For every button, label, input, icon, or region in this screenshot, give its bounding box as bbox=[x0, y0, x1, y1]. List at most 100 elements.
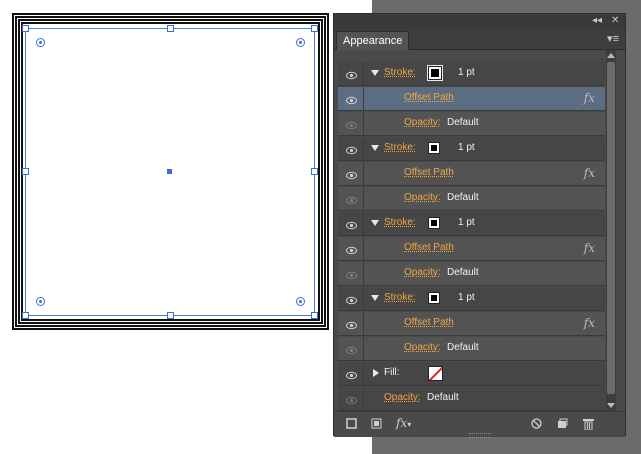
tab-appearance[interactable]: Appearance bbox=[336, 31, 410, 50]
handle-top-center[interactable] bbox=[167, 25, 174, 32]
center-point bbox=[167, 169, 172, 174]
panel-title-bar[interactable]: ◂◂ ✕ bbox=[334, 14, 625, 28]
row-divider bbox=[363, 237, 364, 260]
scroll-up-icon[interactable] bbox=[607, 53, 615, 58]
stroke-color-swatch[interactable] bbox=[428, 292, 440, 304]
visibility-eye-icon[interactable] bbox=[346, 368, 357, 380]
visibility-eye-icon[interactable] bbox=[346, 218, 357, 230]
stroke-weight-value[interactable]: 1 pt bbox=[458, 292, 475, 303]
offset-path-link[interactable]: Offset Path bbox=[404, 317, 454, 328]
visibility-eye-icon[interactable] bbox=[346, 168, 357, 180]
stroke-label[interactable]: Stroke: bbox=[384, 292, 416, 303]
fx-icon[interactable]: fx bbox=[584, 166, 595, 180]
expand-triangle-right-icon[interactable] bbox=[373, 369, 379, 377]
stroke-label[interactable]: Stroke: bbox=[384, 217, 416, 228]
handle-bottom-left[interactable] bbox=[22, 312, 29, 319]
opacity-row[interactable]: Opacity: Default bbox=[338, 262, 605, 286]
resize-grip[interactable] bbox=[469, 433, 491, 438]
stroke-color-swatch[interactable] bbox=[428, 217, 440, 229]
effect-row[interactable]: Offset Path fx bbox=[338, 87, 605, 111]
opacity-label[interactable]: Opacity: bbox=[404, 342, 441, 353]
expand-triangle-down-icon[interactable] bbox=[371, 220, 379, 226]
visibility-eye-icon[interactable] bbox=[346, 193, 357, 205]
corner-widget-bottom-left[interactable] bbox=[36, 297, 45, 306]
row-divider bbox=[363, 312, 364, 335]
handle-top-left[interactable] bbox=[22, 25, 29, 32]
fx-icon[interactable]: fx bbox=[584, 91, 595, 105]
offset-path-link[interactable]: Offset Path bbox=[404, 242, 454, 253]
visibility-eye-icon[interactable] bbox=[346, 143, 357, 155]
opacity-value[interactable]: Default bbox=[447, 267, 479, 278]
handle-top-right[interactable] bbox=[311, 25, 318, 32]
opacity-label[interactable]: Opacity: bbox=[404, 192, 441, 203]
visibility-eye-icon[interactable] bbox=[346, 118, 357, 130]
visibility-eye-icon[interactable] bbox=[346, 93, 357, 105]
scrollbar[interactable] bbox=[606, 50, 616, 411]
handle-bottom-center[interactable] bbox=[167, 312, 174, 319]
panel-menu-icon[interactable]: ▾≡ bbox=[607, 32, 619, 45]
opacity-label[interactable]: Opacity: bbox=[404, 117, 441, 128]
stroke-row[interactable]: Stroke: 1 pt bbox=[338, 62, 605, 86]
stroke-weight-value[interactable]: 1 pt bbox=[458, 142, 475, 153]
offset-path-link[interactable]: Offset Path bbox=[404, 92, 454, 103]
offset-path-link[interactable]: Offset Path bbox=[404, 167, 454, 178]
opacity-row[interactable]: Opacity: Default bbox=[338, 112, 605, 136]
close-icon[interactable]: ✕ bbox=[611, 14, 619, 28]
stroke-color-swatch[interactable] bbox=[428, 142, 440, 154]
clear-appearance-icon[interactable] bbox=[531, 418, 542, 432]
opacity-label[interactable]: Opacity: bbox=[384, 392, 421, 403]
collapse-icon[interactable]: ◂◂ bbox=[592, 14, 602, 28]
visibility-eye-icon[interactable] bbox=[346, 268, 357, 280]
corner-widget-top-right[interactable] bbox=[296, 38, 305, 47]
effect-row[interactable]: Offset Path fx bbox=[338, 162, 605, 186]
add-new-fill-icon[interactable] bbox=[371, 418, 382, 432]
row-divider bbox=[363, 137, 364, 160]
scroll-down-icon[interactable] bbox=[607, 403, 615, 408]
stroke-row[interactable]: Stroke: 1 pt bbox=[338, 287, 605, 311]
opacity-row[interactable]: Opacity: Default bbox=[338, 337, 605, 361]
add-effect-button[interactable]: fx▾ bbox=[396, 416, 411, 430]
handle-middle-left[interactable] bbox=[22, 168, 29, 175]
expand-triangle-down-icon[interactable] bbox=[371, 295, 379, 301]
visibility-eye-icon[interactable] bbox=[346, 293, 357, 305]
fill-row[interactable]: Fill: bbox=[338, 362, 605, 386]
opacity-row[interactable]: Opacity: Default bbox=[338, 187, 605, 211]
expand-triangle-down-icon[interactable] bbox=[371, 70, 379, 76]
opacity-row[interactable]: Opacity: Default bbox=[338, 387, 605, 411]
effect-row[interactable]: Offset Path fx bbox=[338, 312, 605, 336]
handle-middle-right[interactable] bbox=[311, 168, 318, 175]
fx-icon[interactable]: fx bbox=[584, 241, 595, 255]
stroke-color-swatch[interactable] bbox=[427, 65, 443, 81]
fill-label[interactable]: Fill: bbox=[384, 367, 400, 378]
stroke-weight-value[interactable]: 1 pt bbox=[458, 67, 475, 78]
opacity-value[interactable]: Default bbox=[447, 342, 479, 353]
stroke-label[interactable]: Stroke: bbox=[384, 142, 416, 153]
stroke-label[interactable]: Stroke: bbox=[384, 67, 416, 78]
stroke-weight-value[interactable]: 1 pt bbox=[458, 217, 475, 228]
visibility-eye-icon[interactable] bbox=[346, 393, 357, 405]
stroke-row[interactable]: Stroke: 1 pt bbox=[338, 137, 605, 161]
scroll-thumb[interactable] bbox=[607, 62, 615, 394]
fill-none-swatch[interactable] bbox=[428, 366, 443, 381]
add-new-stroke-icon[interactable] bbox=[346, 418, 357, 432]
stroke-row[interactable]: Stroke: 1 pt bbox=[338, 212, 605, 236]
panel-footer: fx▾ bbox=[334, 411, 625, 438]
opacity-label[interactable]: Opacity: bbox=[404, 267, 441, 278]
visibility-eye-icon[interactable] bbox=[346, 68, 357, 80]
visibility-eye-icon[interactable] bbox=[346, 318, 357, 330]
opacity-value[interactable]: Default bbox=[447, 192, 479, 203]
handle-bottom-right[interactable] bbox=[311, 312, 318, 319]
opacity-value[interactable]: Default bbox=[427, 392, 459, 403]
delete-icon[interactable] bbox=[583, 418, 594, 433]
expand-triangle-down-icon[interactable] bbox=[371, 145, 379, 151]
corner-widget-bottom-right[interactable] bbox=[296, 297, 305, 306]
opacity-value[interactable]: Default bbox=[447, 117, 479, 128]
visibility-eye-icon[interactable] bbox=[346, 243, 357, 255]
duplicate-item-icon[interactable] bbox=[557, 418, 568, 432]
visibility-eye-icon[interactable] bbox=[346, 343, 357, 355]
corner-widget-top-left[interactable] bbox=[36, 38, 45, 47]
fx-icon[interactable]: fx bbox=[584, 316, 595, 330]
effect-row[interactable]: Offset Path fx bbox=[338, 237, 605, 261]
row-divider bbox=[363, 62, 364, 85]
appearance-panel: ◂◂ ✕ Appearance ▾≡ Stroke: 1 pt Offset Pat… bbox=[333, 13, 626, 438]
